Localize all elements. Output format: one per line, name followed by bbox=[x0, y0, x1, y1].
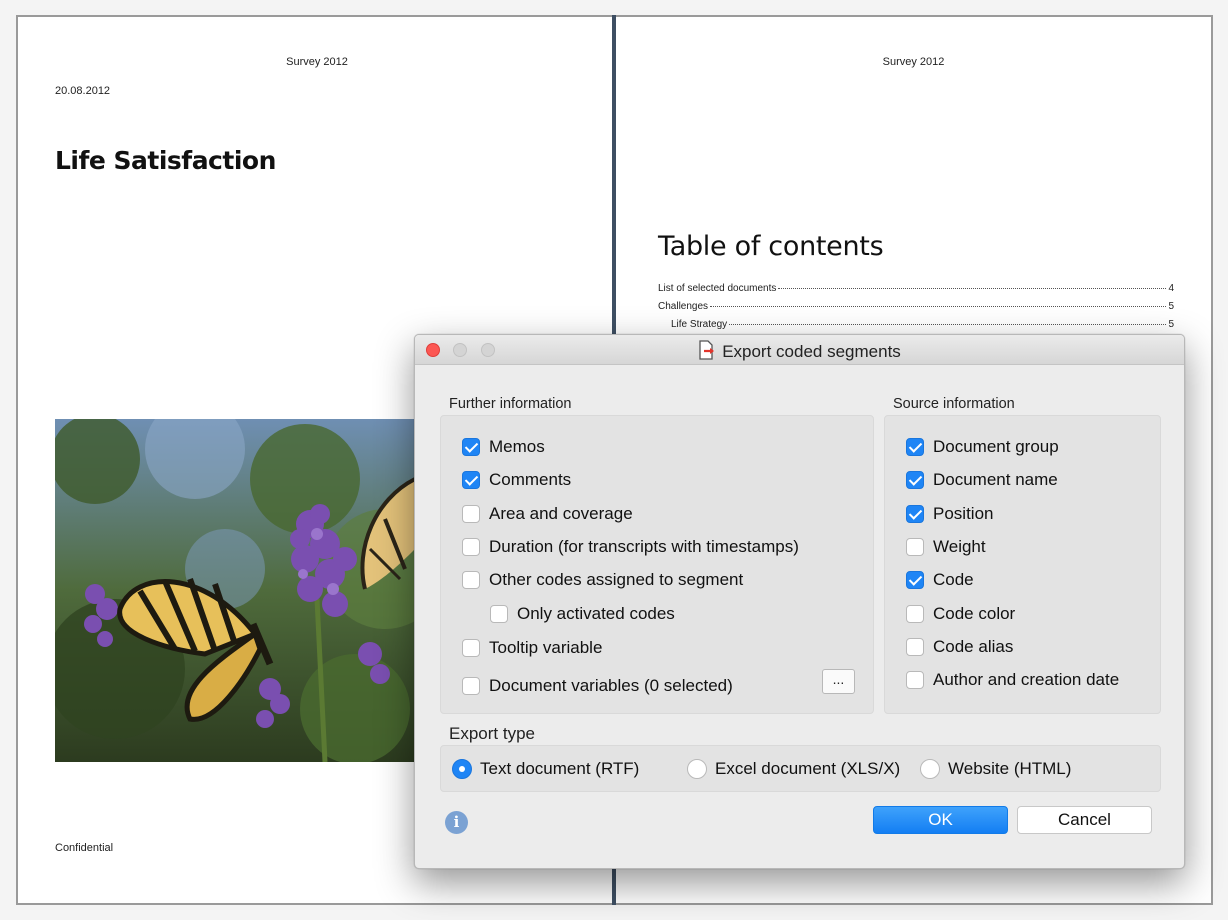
option-memos[interactable]: Memos bbox=[462, 437, 545, 457]
comments-checkbox[interactable] bbox=[462, 471, 480, 489]
export-type-panel: Text document (RTF) Excel document (XLS/… bbox=[440, 745, 1161, 792]
document-name-checkbox[interactable] bbox=[906, 471, 924, 489]
toc-entry: List of selected documents 4 bbox=[658, 283, 1174, 301]
toc-entry-title: Life Strategy bbox=[671, 319, 728, 330]
toc-title: Table of contents bbox=[658, 231, 884, 262]
export-document-icon bbox=[698, 340, 716, 365]
further-information-label: Further information bbox=[449, 396, 572, 412]
position-checkbox[interactable] bbox=[906, 505, 924, 523]
option-comments[interactable]: Comments bbox=[462, 470, 571, 490]
page-header: Survey 2012 bbox=[286, 56, 348, 68]
option-label: Excel document (XLS/X) bbox=[715, 759, 901, 778]
option-code[interactable]: Code bbox=[906, 570, 974, 590]
other-codes-checkbox[interactable] bbox=[462, 571, 480, 589]
option-label: Code color bbox=[933, 604, 1016, 623]
option-duration[interactable]: Duration (for transcripts with timestamp… bbox=[462, 537, 824, 557]
option-tooltip-variable[interactable]: Tooltip variable bbox=[462, 638, 602, 658]
option-document-group[interactable]: Document group bbox=[906, 437, 1059, 457]
duration-checkbox[interactable] bbox=[462, 538, 480, 556]
tooltip-variable-checkbox[interactable] bbox=[462, 639, 480, 657]
code-alias-checkbox[interactable] bbox=[906, 638, 924, 656]
author-and-creation-date-checkbox[interactable] bbox=[906, 671, 924, 689]
cancel-button[interactable]: Cancel bbox=[1017, 806, 1152, 834]
excel-radio[interactable] bbox=[687, 759, 707, 779]
export-type-html[interactable]: Website (HTML) bbox=[920, 759, 1071, 779]
option-label: Other codes assigned to segment bbox=[489, 570, 744, 589]
option-label: Document variables (0 selected) bbox=[489, 676, 733, 695]
area-and-coverage-checkbox[interactable] bbox=[462, 505, 480, 523]
code-checkbox[interactable] bbox=[906, 571, 924, 589]
option-label: Comments bbox=[489, 470, 572, 489]
option-label: Position bbox=[933, 504, 994, 523]
html-radio[interactable] bbox=[920, 759, 940, 779]
select-document-variables-button[interactable]: ... bbox=[822, 669, 855, 694]
page-footer: Confidential bbox=[55, 842, 114, 854]
document-group-checkbox[interactable] bbox=[906, 438, 924, 456]
memos-checkbox[interactable] bbox=[462, 438, 480, 456]
table-of-contents: List of selected documents 4 Challenges … bbox=[658, 283, 1174, 337]
document-date: 20.08.2012 bbox=[55, 85, 111, 97]
toc-leader bbox=[778, 288, 1167, 289]
screen: Survey 2012 20.08.2012 Life Satisfaction bbox=[0, 0, 1228, 920]
toc-entry-page: 5 bbox=[1168, 319, 1174, 330]
export-type-excel[interactable]: Excel document (XLS/X) bbox=[687, 759, 900, 779]
option-document-variables[interactable]: Document variables (0 selected) bbox=[462, 676, 733, 696]
page-header: Survey 2012 bbox=[882, 56, 945, 68]
option-label: Website (HTML) bbox=[948, 759, 1072, 778]
option-label: Document group bbox=[933, 437, 1059, 456]
dialog-title: Export coded segments bbox=[415, 340, 1184, 365]
option-label: Text document (RTF) bbox=[480, 759, 640, 778]
option-code-color[interactable]: Code color bbox=[906, 604, 1015, 624]
option-code-alias[interactable]: Code alias bbox=[906, 637, 1013, 657]
document-title: Life Satisfaction bbox=[55, 146, 276, 175]
source-information-panel: Document group Document name Position We… bbox=[884, 415, 1161, 714]
export-type-rtf[interactable]: Text document (RTF) bbox=[452, 759, 639, 779]
option-label: Document name bbox=[933, 470, 1058, 489]
toc-leader bbox=[710, 306, 1167, 307]
option-label: Tooltip variable bbox=[489, 638, 603, 657]
dialog-titlebar: Export coded segments bbox=[415, 335, 1184, 365]
toc-leader bbox=[729, 324, 1167, 325]
option-position[interactable]: Position bbox=[906, 504, 993, 524]
weight-checkbox[interactable] bbox=[906, 538, 924, 556]
option-label: Only activated codes bbox=[517, 604, 675, 623]
option-label: Memos bbox=[489, 437, 545, 456]
option-author-and-creation-date[interactable]: Author and creation date bbox=[906, 670, 1119, 690]
option-document-name[interactable]: Document name bbox=[906, 470, 1058, 490]
further-information-panel: Memos Comments Area and coverage Duratio… bbox=[440, 415, 874, 714]
export-coded-segments-dialog: Export coded segments Further informatio… bbox=[414, 334, 1185, 869]
option-label: Author and creation date bbox=[933, 670, 1120, 689]
info-icon[interactable]: i bbox=[445, 811, 468, 834]
source-information-label: Source information bbox=[893, 396, 1015, 412]
toc-entry-title: List of selected documents bbox=[658, 283, 777, 294]
rtf-radio[interactable] bbox=[452, 759, 472, 779]
option-label: Code alias bbox=[933, 637, 1014, 656]
only-activated-codes-checkbox[interactable] bbox=[490, 605, 508, 623]
option-label: Code bbox=[933, 570, 974, 589]
butterfly-photo bbox=[55, 419, 415, 762]
code-color-checkbox[interactable] bbox=[906, 605, 924, 623]
option-other-codes[interactable]: Other codes assigned to segment bbox=[462, 570, 743, 590]
dialog-title-text: Export coded segments bbox=[722, 342, 901, 361]
option-weight[interactable]: Weight bbox=[906, 537, 986, 557]
toc-entry-page: 5 bbox=[1168, 301, 1174, 312]
document-variables-checkbox[interactable] bbox=[462, 677, 480, 695]
toc-entry: Challenges 5 bbox=[658, 301, 1174, 319]
option-only-activated-codes[interactable]: Only activated codes bbox=[490, 604, 675, 624]
option-label: Area and coverage bbox=[489, 504, 633, 523]
export-type-label: Export type bbox=[449, 724, 535, 743]
option-label: Weight bbox=[933, 537, 986, 556]
ok-button[interactable]: OK bbox=[873, 806, 1008, 834]
toc-entry-title: Challenges bbox=[658, 301, 709, 312]
toc-entry-page: 4 bbox=[1168, 283, 1174, 294]
option-area-and-coverage[interactable]: Area and coverage bbox=[462, 504, 633, 524]
option-label: Duration (for transcripts with timestamp… bbox=[489, 537, 799, 556]
